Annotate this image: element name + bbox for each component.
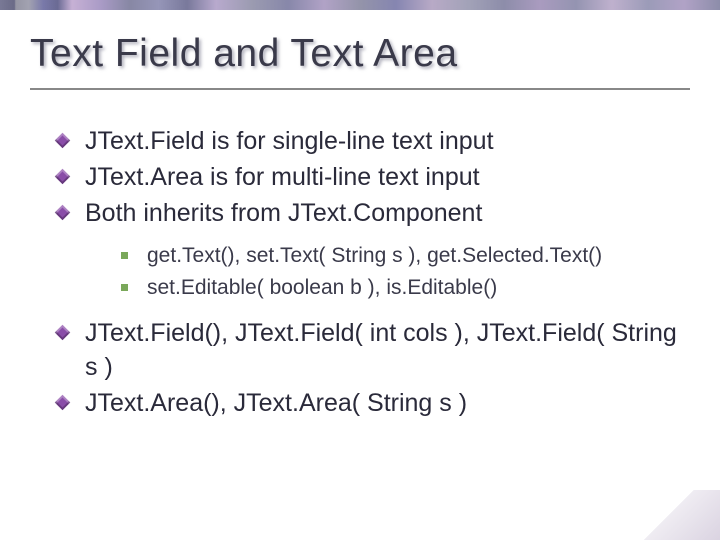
sub-bullet-item: get.Text(), set.Text( String s ), get.Se…	[125, 240, 690, 272]
bullet-item: JText.Area(), JText.Area( String s )	[85, 387, 690, 421]
bullet-text: JText.Field is for single-line text inpu…	[85, 127, 494, 155]
bullet-list: JText.Field is for single-line text inpu…	[85, 125, 690, 421]
slide-corner-decoration	[600, 490, 720, 540]
sub-bullet-list: get.Text(), set.Text( String s ), get.Se…	[125, 240, 690, 303]
bullet-text: Both inherits from JText.Component	[85, 199, 482, 227]
bullet-item: JText.Area is for multi-line text input	[85, 161, 690, 195]
bullet-text: JText.Area(), JText.Area( String s )	[85, 389, 467, 417]
slide-top-border	[0, 0, 720, 10]
sub-bullet-item: set.Editable( boolean b ), is.Editable()	[125, 272, 690, 304]
bullet-item: Both inherits from JText.Component get.T…	[85, 197, 690, 304]
bullet-text: JText.Field(), JText.Field( int cols ), …	[85, 319, 677, 381]
sub-bullet-text: get.Text(), set.Text( String s ), get.Se…	[147, 244, 602, 267]
slide-title: Text Field and Text Area	[30, 10, 690, 90]
sub-bullet-text: set.Editable( boolean b ), is.Editable()	[147, 276, 497, 299]
bullet-item: JText.Field is for single-line text inpu…	[85, 125, 690, 159]
slide-content: JText.Field is for single-line text inpu…	[30, 125, 690, 421]
bullet-item: JText.Field(), JText.Field( int cols ), …	[85, 317, 690, 385]
slide-body: Text Field and Text Area JText.Field is …	[0, 10, 720, 453]
bullet-text: JText.Area is for multi-line text input	[85, 163, 480, 191]
